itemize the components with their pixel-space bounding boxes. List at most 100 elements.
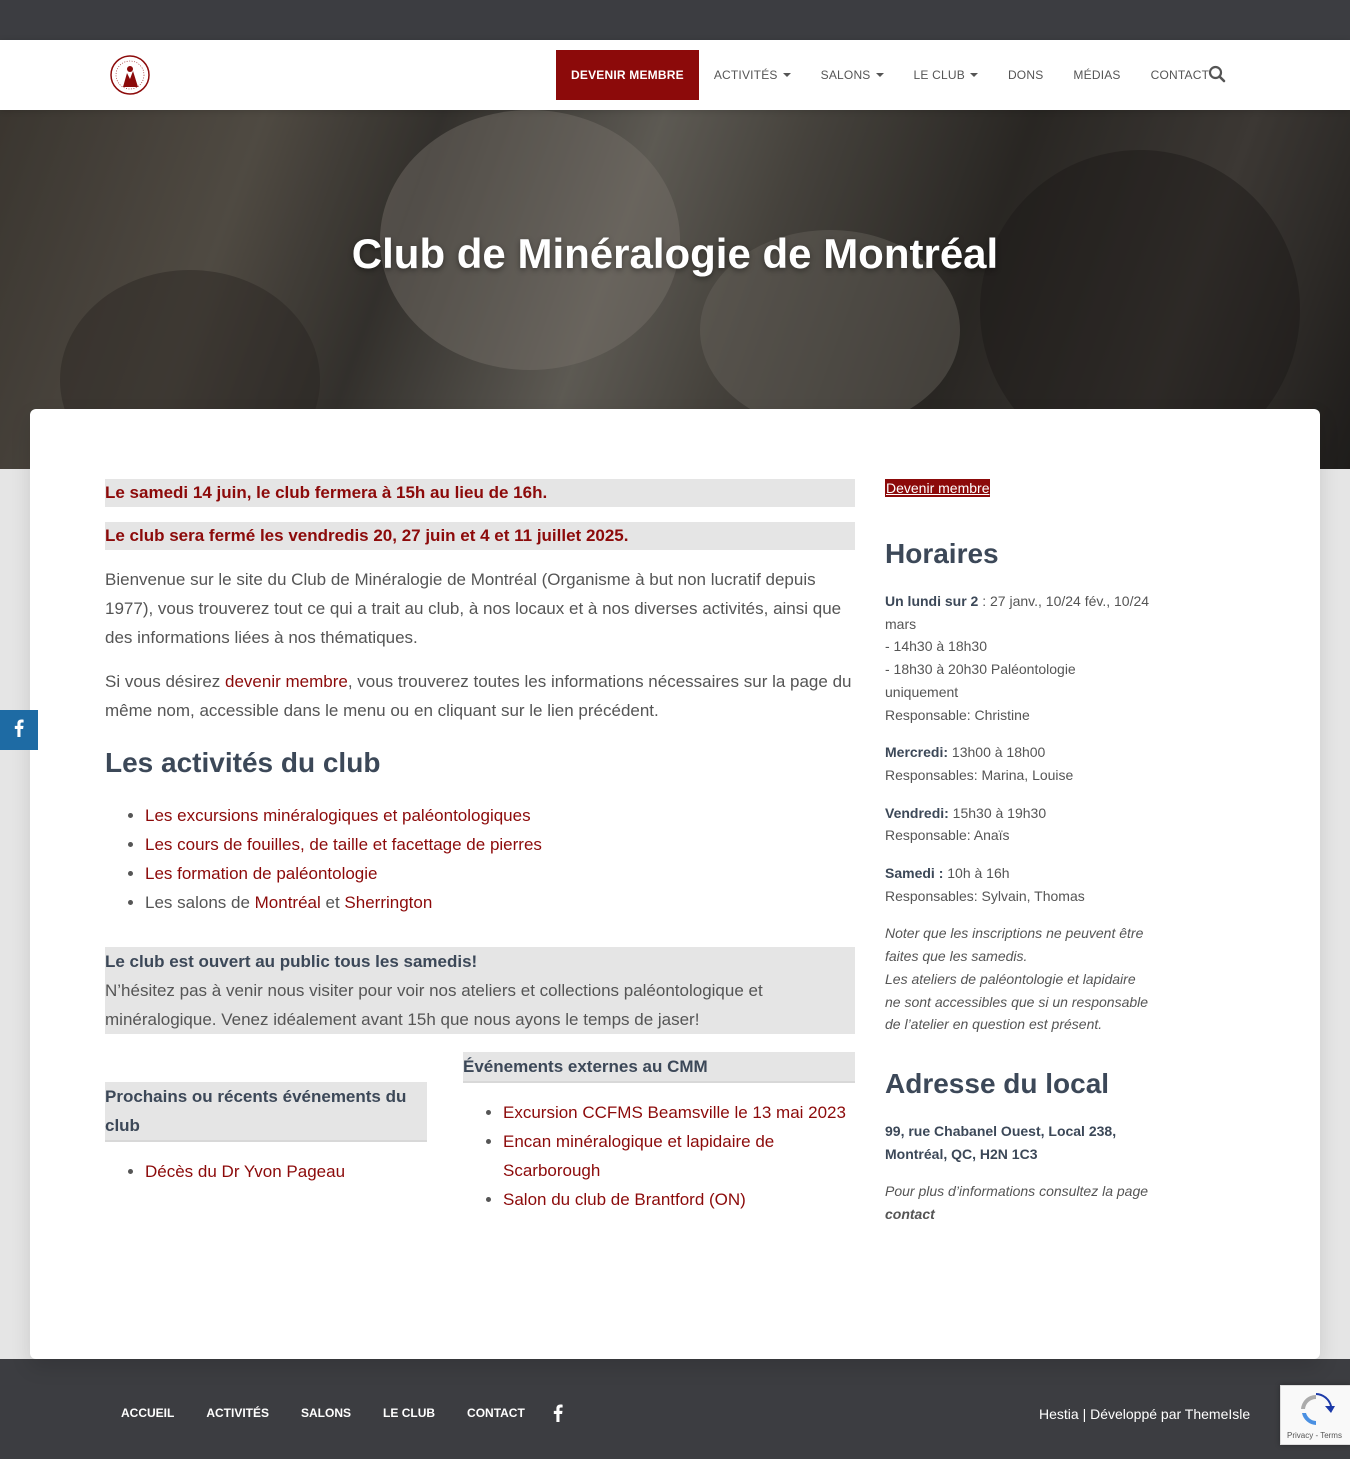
club-events-column: Prochains ou récents événements du club …	[105, 1082, 427, 1186]
devenir-membre-link[interactable]: devenir membre	[225, 672, 348, 691]
footer-link-salons[interactable]: SALONS	[285, 1406, 367, 1420]
nav-label: CONTACT	[1150, 68, 1210, 82]
salons-text: Les salons de	[145, 893, 255, 912]
hours-wednesday: Mercredi: 13h00 à 18h00 Responsables: Ma…	[885, 741, 1150, 786]
external-events-column: Événements externes au CMM Excursion CCF…	[463, 1052, 855, 1214]
activities-heading: Les activités du club	[105, 747, 381, 778]
responsible-text: Responsables: Marina, Louise	[885, 766, 1074, 783]
list-item: Encan minéralogique et lapidaire de Scar…	[503, 1127, 855, 1185]
event-link-beamsville[interactable]: Excursion CCFMS Beamsville le 13 mai 202…	[503, 1103, 846, 1122]
footer-link-le-club[interactable]: LE CLUB	[367, 1406, 451, 1420]
recaptcha-links[interactable]: Privacy - Terms	[1287, 1431, 1342, 1440]
list-item: Excursion CCFMS Beamsville le 13 mai 202…	[503, 1098, 855, 1127]
open-public-title: Le club est ouvert au public tous les sa…	[105, 952, 478, 971]
hours-friday: Vendredi: 15h30 à 19h30 Responsable: Ana…	[885, 802, 1150, 847]
list-item: Salon du club de Brantford (ON)	[503, 1185, 855, 1214]
facebook-share-button[interactable]	[0, 710, 38, 750]
hours-notes: Noter que les inscriptions ne peuvent êt…	[885, 922, 1150, 1036]
page-title: Club de Minéralogie de Montréal	[351, 230, 999, 277]
hours-heading: Horaires	[885, 538, 999, 569]
nav-label: MÉDIAS	[1073, 68, 1121, 82]
event-link-scarborough[interactable]: Encan minéralogique et lapidaire de Scar…	[503, 1132, 774, 1180]
notice-closing-time: Le samedi 14 juin, le club fermera à 15h…	[105, 479, 855, 507]
nav-activites[interactable]: ACTIVITÉS	[699, 50, 806, 100]
nav-label: ACTIVITÉS	[713, 68, 778, 82]
nav-le-club[interactable]: LE CLUB	[899, 50, 993, 100]
note-text: Les ateliers de paléontologie et lapidai…	[885, 970, 1149, 1033]
recaptcha-badge[interactable]: Privacy - Terms	[1280, 1385, 1350, 1445]
activities-list: Les excursions minéralogiques et paléont…	[145, 801, 855, 917]
facebook-icon	[14, 719, 24, 742]
open-public-text: N’hésitez pas à venir nous visiter pour …	[105, 981, 763, 1029]
member-text-pre: Si vous désirez	[105, 672, 225, 691]
list-item: Les excursions minéralogiques et paléont…	[145, 801, 855, 830]
responsible-text: Responsables: Sylvain, Thomas	[885, 887, 1085, 904]
nav-label: DONS	[1007, 68, 1044, 82]
activity-link-paleontologie[interactable]: Les formation de paléontologie	[145, 864, 378, 883]
caret-down-icon	[969, 73, 978, 77]
nav-dons[interactable]: DONS	[993, 50, 1058, 100]
club-events-list: Décès du Dr Yvon Pageau	[145, 1157, 427, 1186]
day-label: Un lundi sur 2	[885, 593, 979, 609]
address-line: 99, rue Chabanel Ouest, Local 238,	[885, 1122, 1117, 1139]
themeisle-link[interactable]: ThemeIsle	[1185, 1406, 1250, 1422]
day-text: 15h30 à 19h30	[948, 804, 1047, 821]
contact-link[interactable]: contact	[885, 1206, 935, 1222]
top-strip	[0, 0, 1350, 40]
credit-text: Hestia | Développé par	[1039, 1406, 1185, 1422]
address-heading: Adresse du local	[885, 1067, 1110, 1099]
footer-link-contact[interactable]: CONTACT	[451, 1406, 541, 1420]
content-card: Le samedi 14 juin, le club fermera à 15h…	[30, 409, 1320, 1359]
sidebar: Devenir membre Horaires Un lundi sur 2 :…	[885, 479, 1150, 1241]
footer-link-activites[interactable]: ACTIVITÉS	[190, 1406, 285, 1420]
nav-label: DEVENIR MEMBRE	[571, 68, 684, 82]
hours-saturday: Samedi : 10h à 16h Responsables: Sylvain…	[885, 862, 1150, 907]
address-text: 99, rue Chabanel Ouest, Local 238, Montr…	[885, 1120, 1150, 1165]
nav-devenir-membre[interactable]: DEVENIR MEMBRE	[556, 50, 699, 100]
info-text: Pour plus d’informations consultez la pa…	[885, 1180, 1150, 1225]
main-nav: DEVENIR MEMBRE ACTIVITÉS SALONS LE CLUB …	[556, 50, 1224, 100]
nav-label: LE CLUB	[913, 68, 965, 82]
nav-salons[interactable]: SALONS	[806, 50, 899, 100]
external-events-heading: Événements externes au CMM	[463, 1052, 855, 1083]
activity-link-excursions[interactable]: Les excursions minéralogiques et paléont…	[145, 806, 531, 825]
footer: ACCUEIL ACTIVITÉS SALONS LE CLUB CONTACT…	[0, 1359, 1350, 1459]
external-events-list: Excursion CCFMS Beamsville le 13 mai 202…	[503, 1098, 855, 1214]
note-text: Noter que les inscriptions ne peuvent êt…	[885, 925, 1144, 965]
member-paragraph: Si vous désirez devenir membre, vous tro…	[105, 667, 855, 725]
intro-paragraph: Bienvenue sur le site du Club de Minéral…	[105, 570, 842, 647]
nav-label: SALONS	[820, 68, 871, 82]
sidebar-devenir-membre-button[interactable]: Devenir membre	[885, 479, 991, 497]
footer-link-accueil[interactable]: ACCUEIL	[105, 1406, 190, 1420]
footer-nav: ACCUEIL ACTIVITÉS SALONS LE CLUB CONTACT	[105, 1404, 567, 1422]
salon-sherrington-link[interactable]: Sherrington	[344, 893, 432, 912]
club-events-heading: Prochains ou récents événements du club	[105, 1082, 427, 1142]
day-label: Mercredi:	[885, 744, 949, 761]
facebook-icon[interactable]	[553, 1404, 567, 1422]
footer-credit: Hestia | Développé par ThemeIsle	[1039, 1406, 1250, 1422]
hours-monday: Un lundi sur 2 : 27 janv., 10/24 fév., 1…	[885, 590, 1150, 726]
notice-closed-dates: Le club sera fermé les vendredis 20, 27 …	[105, 522, 855, 550]
salons-text: et	[320, 893, 345, 912]
search-icon[interactable]	[1208, 65, 1228, 85]
time-line: - 18h30 à 20h30 Paléontologie uniquement	[885, 661, 1076, 700]
day-text: 10h à 16h	[943, 865, 1010, 882]
event-link-pageau[interactable]: Décès du Dr Yvon Pageau	[145, 1162, 345, 1181]
open-public-box: Le club est ouvert au public tous les sa…	[105, 947, 855, 1034]
address-line: Montréal, QC, H2N 1C3	[885, 1145, 1038, 1162]
day-label: Vendredi:	[885, 804, 949, 821]
caret-down-icon	[782, 73, 791, 77]
responsible-text: Responsable: Anaïs	[885, 827, 1010, 844]
list-item: Décès du Dr Yvon Pageau	[145, 1157, 427, 1186]
nav-medias[interactable]: MÉDIAS	[1058, 50, 1135, 100]
activity-link-cours[interactable]: Les cours de fouilles, de taille et face…	[145, 835, 542, 854]
list-item: Les cours de fouilles, de taille et face…	[145, 830, 855, 859]
list-item: Les salons de Montréal et Sherrington	[145, 888, 855, 917]
event-link-brantford[interactable]: Salon du club de Brantford (ON)	[503, 1190, 746, 1209]
contact-link-label: contact	[885, 1206, 935, 1223]
club-logo[interactable]	[105, 53, 155, 98]
info-pre: Pour plus d’informations consultez la pa…	[885, 1183, 1149, 1200]
navbar: DEVENIR MEMBRE ACTIVITÉS SALONS LE CLUB …	[0, 40, 1350, 110]
list-item: Les formation de paléontologie	[145, 859, 855, 888]
salon-montreal-link[interactable]: Montréal	[255, 893, 321, 912]
